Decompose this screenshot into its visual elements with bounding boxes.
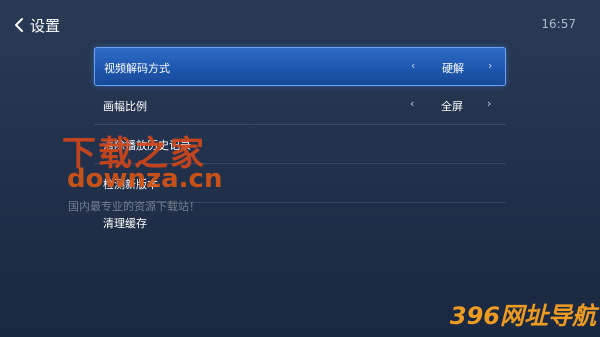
settings-list: 视频解码方式 ‹ 硬解 › 画幅比例 ‹ 全屏 › 清除播放历史记录 检测新版本…	[94, 47, 506, 242]
setting-value: 硬解	[442, 62, 464, 75]
chevron-left-icon[interactable]: ‹	[411, 59, 415, 72]
chevron-left-icon[interactable]	[12, 16, 26, 34]
setting-clear-history[interactable]: 清除播放历史记录	[94, 125, 506, 164]
setting-label: 清理缓存	[103, 217, 147, 230]
setting-value: 全屏	[441, 100, 463, 113]
setting-label: 检测新版本	[103, 178, 158, 191]
setting-clear-cache[interactable]: 清理缓存	[94, 203, 506, 242]
clock: 16:57	[541, 17, 576, 31]
setting-aspect-ratio[interactable]: 画幅比例 ‹ 全屏 ›	[94, 86, 506, 125]
chevron-right-icon[interactable]: ›	[488, 59, 492, 72]
chevron-left-icon[interactable]: ‹	[410, 97, 414, 110]
page-title: 设置	[30, 17, 61, 35]
setting-label: 清除播放历史记录	[103, 139, 191, 152]
setting-video-decode[interactable]: 视频解码方式 ‹ 硬解 ›	[94, 47, 506, 86]
chevron-right-icon[interactable]: ›	[487, 97, 491, 110]
setting-label: 画幅比例	[103, 100, 147, 113]
setting-check-update[interactable]: 检测新版本	[94, 164, 506, 203]
corner-watermark: 396网址导航	[449, 302, 596, 330]
header-bar: 设置 16:57	[0, 0, 600, 48]
setting-label: 视频解码方式	[104, 62, 170, 75]
